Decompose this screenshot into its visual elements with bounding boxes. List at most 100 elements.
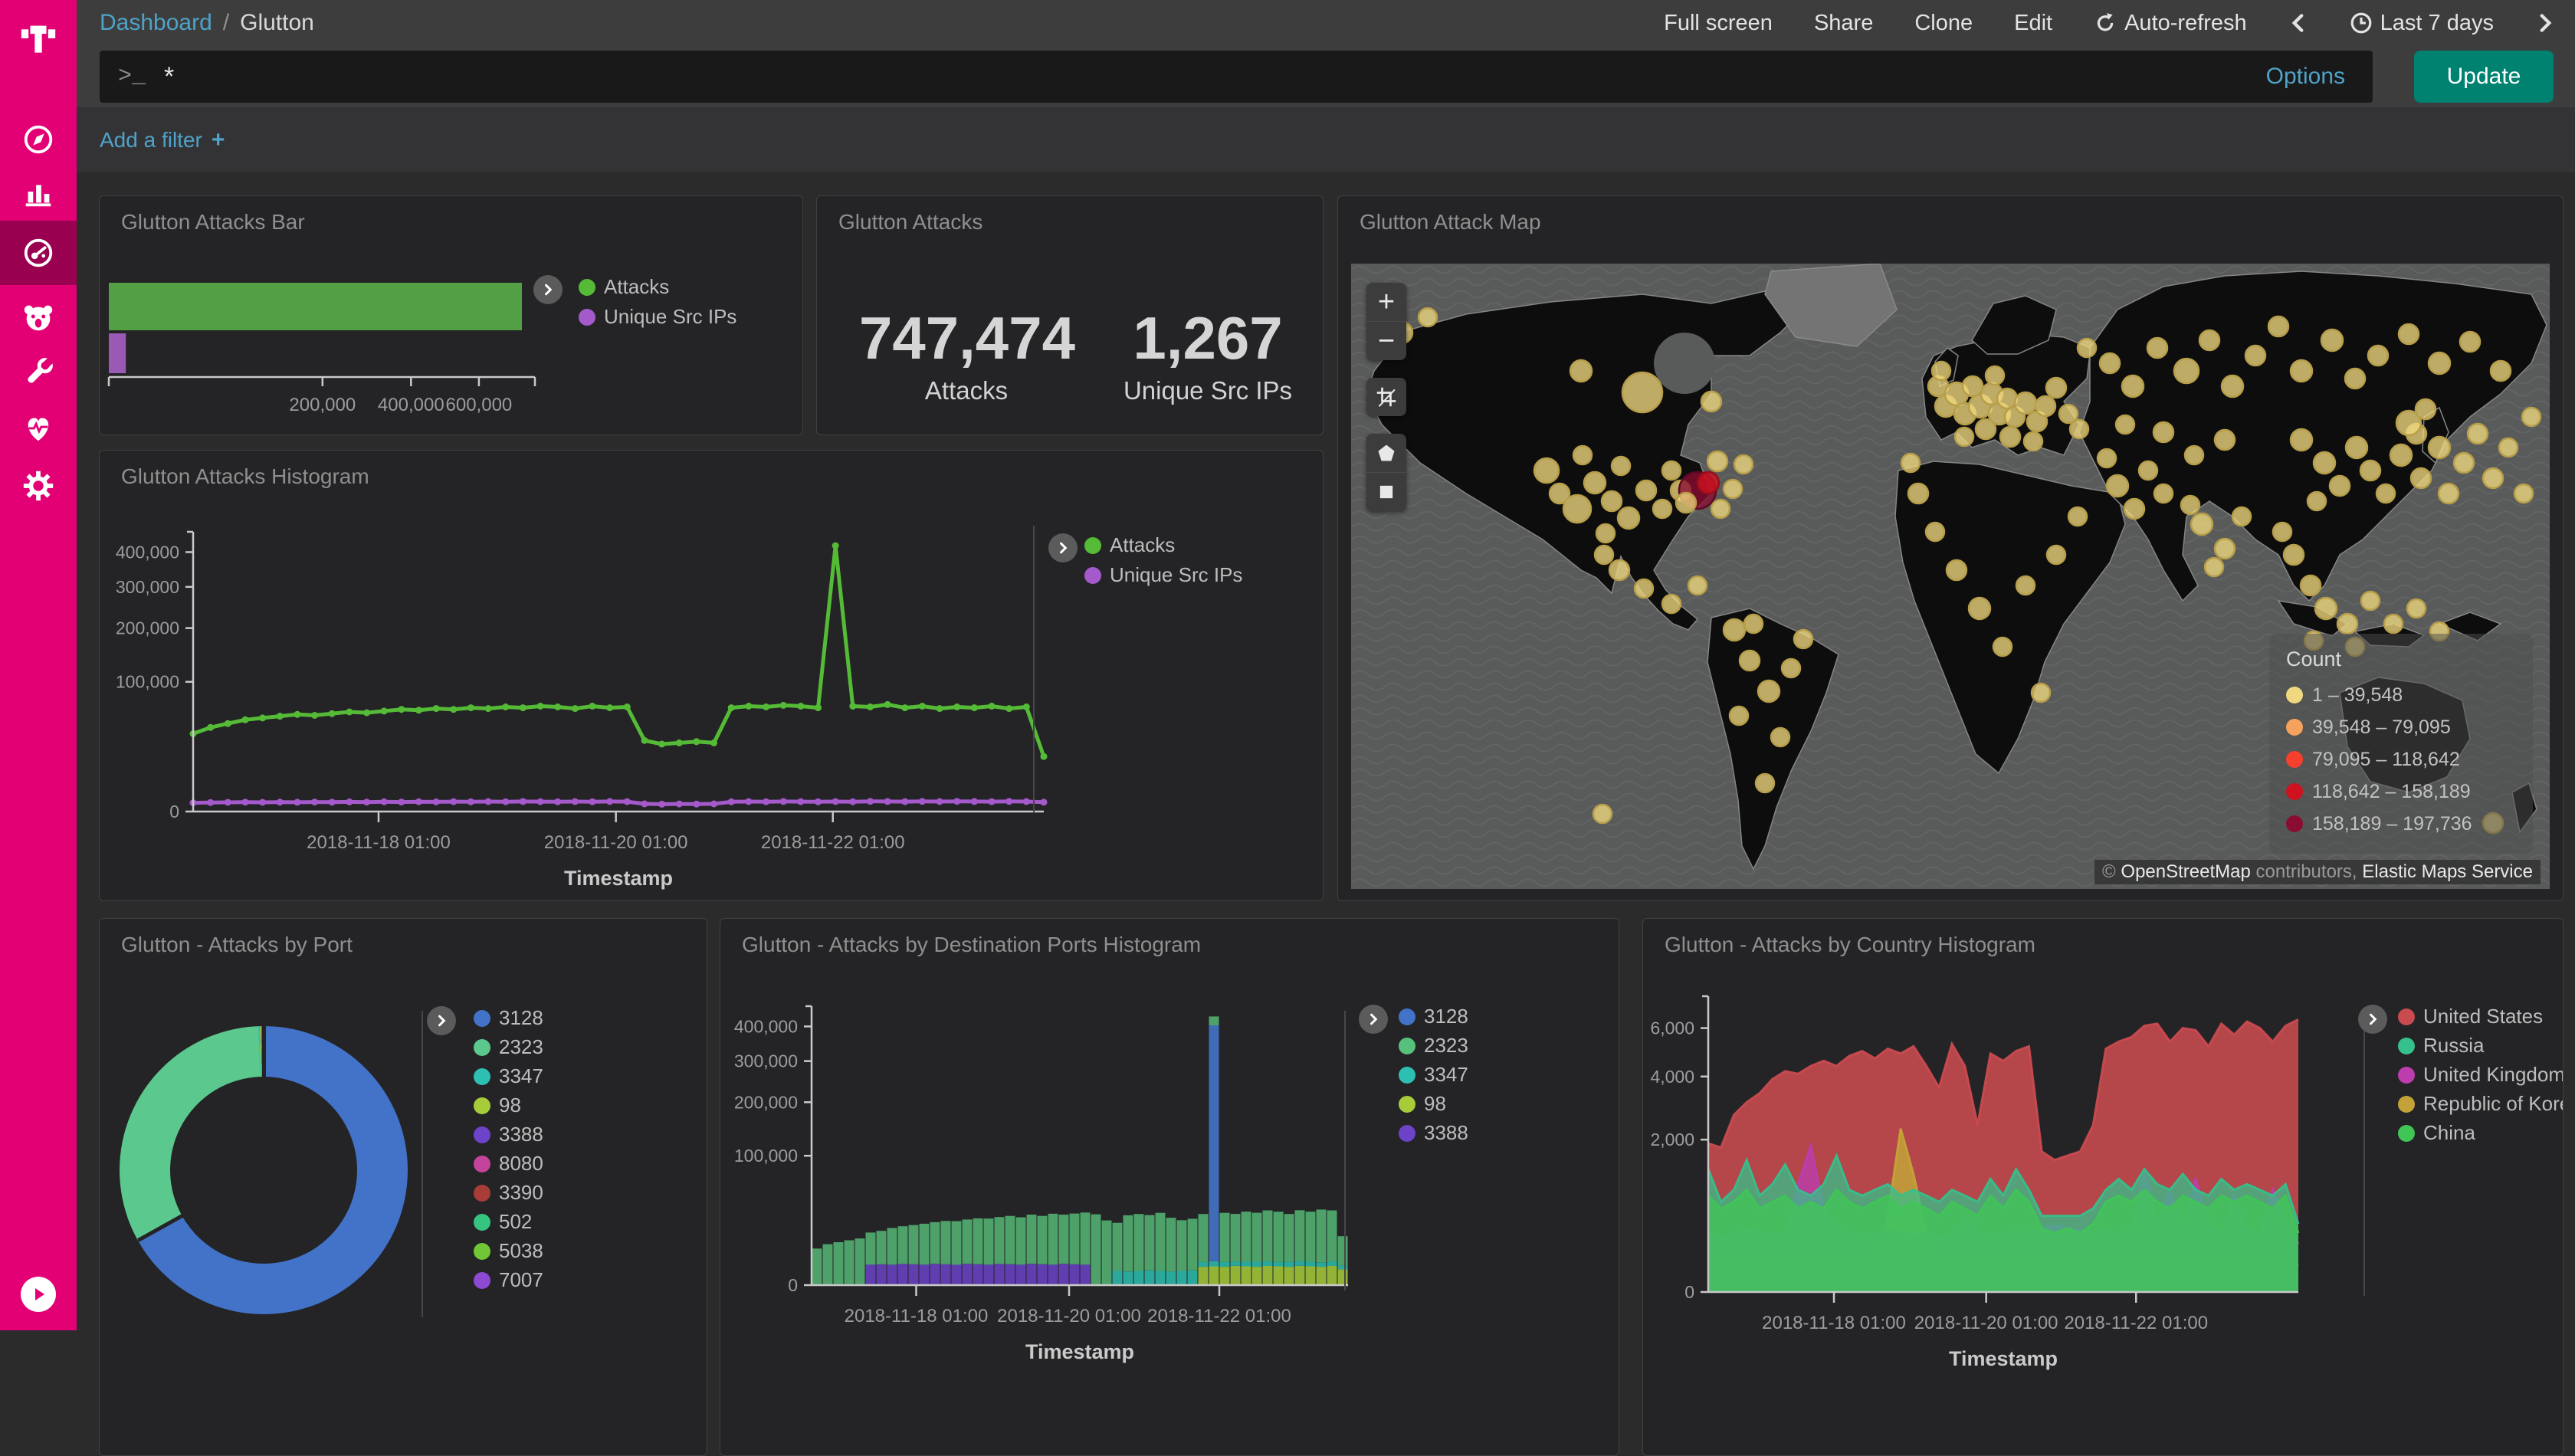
attack-bubble[interactable] xyxy=(2191,513,2213,535)
attack-bubble[interactable] xyxy=(1662,461,1681,480)
attack-bubble[interactable] xyxy=(2291,429,2312,451)
attack-bubble[interactable] xyxy=(1724,619,1745,641)
attack-bubble[interactable] xyxy=(2399,324,2419,344)
query-input[interactable]: >_ * Options xyxy=(100,51,2373,103)
legend-item-3347[interactable]: 3347 xyxy=(1399,1063,1468,1087)
attack-bubble[interactable] xyxy=(2346,437,2367,458)
attack-bubble[interactable] xyxy=(2361,592,2380,610)
attack-bubble[interactable] xyxy=(2377,484,2395,503)
menu-item-full-screen[interactable]: Full screen xyxy=(1664,11,1773,36)
menu-item-edit[interactable]: Edit xyxy=(2014,11,2052,36)
legend-expand-button[interactable] xyxy=(1359,1005,1388,1034)
attack-bubble[interactable] xyxy=(2315,598,2337,619)
legend-expand-button[interactable] xyxy=(427,1006,456,1035)
attack-bubble[interactable] xyxy=(2153,422,2173,442)
attack-bubble[interactable] xyxy=(2522,408,2541,426)
attack-bubble[interactable] xyxy=(1635,579,1653,598)
attack-bubble[interactable] xyxy=(2468,424,2488,444)
legend-item-5038[interactable]: 5038 xyxy=(474,1239,543,1263)
t-mobile-logo[interactable] xyxy=(0,17,77,60)
zoom-in-button[interactable]: + xyxy=(1366,283,1406,321)
attack-bubble[interactable] xyxy=(2245,346,2265,366)
attack-bubble[interactable] xyxy=(2215,539,2235,559)
attack-bubble[interactable] xyxy=(1932,362,1950,380)
legend-item-98[interactable]: 98 xyxy=(1399,1092,1446,1116)
attack-bubble[interactable] xyxy=(1584,472,1606,494)
attack-bubble[interactable] xyxy=(2047,546,2065,564)
attack-bubble[interactable] xyxy=(1976,419,1996,439)
attack-bubble[interactable] xyxy=(2330,476,2350,496)
attack-bubble[interactable] xyxy=(1771,728,1789,746)
attack-bubble[interactable] xyxy=(2032,684,2050,702)
attack-bubble[interactable] xyxy=(2407,599,2426,618)
legend-item-unique-src-ips[interactable]: Unique Src IPs xyxy=(579,305,736,329)
legend-item-united-states[interactable]: United States xyxy=(2398,1005,2543,1028)
sidebar-item-monitoring[interactable] xyxy=(0,400,77,455)
attack-bubble[interactable] xyxy=(2429,353,2450,374)
attack-bubble[interactable] xyxy=(1602,491,1622,511)
attack-bubble[interactable] xyxy=(2454,453,2474,473)
country-plot-svg[interactable]: 02,0004,0006,0002018-11-18 01:002018-11-… xyxy=(1643,919,2563,1455)
attack-bubble[interactable] xyxy=(2000,427,2020,447)
legend-item-3347[interactable]: 3347 xyxy=(474,1064,543,1088)
legend-item-3128[interactable]: 3128 xyxy=(474,1006,543,1030)
attack-bubble[interactable] xyxy=(2284,545,2304,565)
attack-bubble[interactable] xyxy=(2268,316,2288,336)
attack-bubble[interactable] xyxy=(1563,495,1591,523)
attack-bubble[interactable] xyxy=(1701,392,1721,412)
sidebar-item-devtools[interactable] xyxy=(0,345,77,400)
attack-bubble[interactable] xyxy=(1955,428,1973,446)
add-filter-button[interactable]: Add a filter + xyxy=(100,127,225,153)
legend-item-united-kingdom[interactable]: United Kingdom xyxy=(2398,1063,2564,1087)
attack-bubble[interactable] xyxy=(1734,455,1753,474)
legend-item-8080[interactable]: 8080 xyxy=(474,1152,543,1176)
attack-bubble[interactable] xyxy=(2514,484,2533,503)
hist-plot-svg[interactable]: 0100,000200,000300,000400,0002018-11-18 … xyxy=(100,451,1323,900)
attack-bubble[interactable] xyxy=(1794,630,1812,648)
attack-bubble[interactable] xyxy=(1901,454,1920,472)
attack-bubble[interactable] xyxy=(2301,576,2321,595)
sidebar-item-discover[interactable] xyxy=(0,112,77,167)
sidebar-expand-button[interactable] xyxy=(21,1277,56,1312)
attack-bubble[interactable] xyxy=(2314,452,2335,474)
attack-bubble[interactable] xyxy=(1963,376,1983,396)
attack-bubble[interactable] xyxy=(2199,330,2219,350)
attack-bubble[interactable] xyxy=(2416,399,2436,419)
legend-expand-button[interactable] xyxy=(1048,533,1078,562)
rectangle-draw-button[interactable] xyxy=(1366,472,1406,511)
attack-bubble[interactable] xyxy=(1622,372,1662,412)
attack-bubble[interactable] xyxy=(1947,560,1967,580)
osm-link[interactable]: OpenStreetMap xyxy=(2121,861,2250,882)
attack-bubble[interactable] xyxy=(1662,595,1681,613)
legend-item-7007[interactable]: 7007 xyxy=(474,1268,543,1292)
attack-bubble[interactable] xyxy=(2100,353,2120,373)
legend-item-502[interactable]: 502 xyxy=(474,1210,532,1234)
attack-bubble[interactable] xyxy=(1593,805,1612,823)
attack-bubble[interactable] xyxy=(1595,546,1613,564)
attack-bubble[interactable] xyxy=(1612,457,1630,475)
legend-item-2323[interactable]: 2323 xyxy=(1399,1034,1468,1058)
breadcrumb-dashboard-link[interactable]: Dashboard xyxy=(100,10,212,36)
attack-bubble[interactable] xyxy=(1730,707,1748,725)
attack-bubble[interactable] xyxy=(1653,500,1671,518)
dest-plot-svg[interactable]: 0100,000200,000300,000400,0002018-11-18 … xyxy=(720,919,1619,1455)
attack-bubble[interactable] xyxy=(2345,369,2365,389)
attack-bubble[interactable] xyxy=(1744,615,1763,633)
legend-item-3388[interactable]: 3388 xyxy=(1399,1121,1468,1145)
attack-bubble[interactable] xyxy=(2078,339,2096,357)
attack-bubble[interactable] xyxy=(2035,396,2055,416)
crop-icon[interactable] xyxy=(1366,378,1406,416)
menu-item-clone[interactable]: Clone xyxy=(1914,11,1973,36)
attack-bubble[interactable] xyxy=(2068,507,2087,526)
world-map[interactable]: + − xyxy=(1351,264,2550,889)
sidebar-item-dashboard[interactable] xyxy=(0,221,77,285)
attack-bubble[interactable] xyxy=(2181,496,2199,514)
attack-bubble[interactable] xyxy=(2154,484,2173,503)
attack-bubble[interactable] xyxy=(1740,651,1760,671)
polygon-draw-button[interactable] xyxy=(1366,434,1406,472)
attack-bubble[interactable] xyxy=(2215,430,2235,450)
attack-bubble[interactable] xyxy=(2122,375,2144,397)
attack-bubble[interactable] xyxy=(2429,437,2450,458)
ems-link[interactable]: Elastic Maps Service xyxy=(2362,861,2533,882)
attack-bubble[interactable] xyxy=(2291,360,2312,382)
